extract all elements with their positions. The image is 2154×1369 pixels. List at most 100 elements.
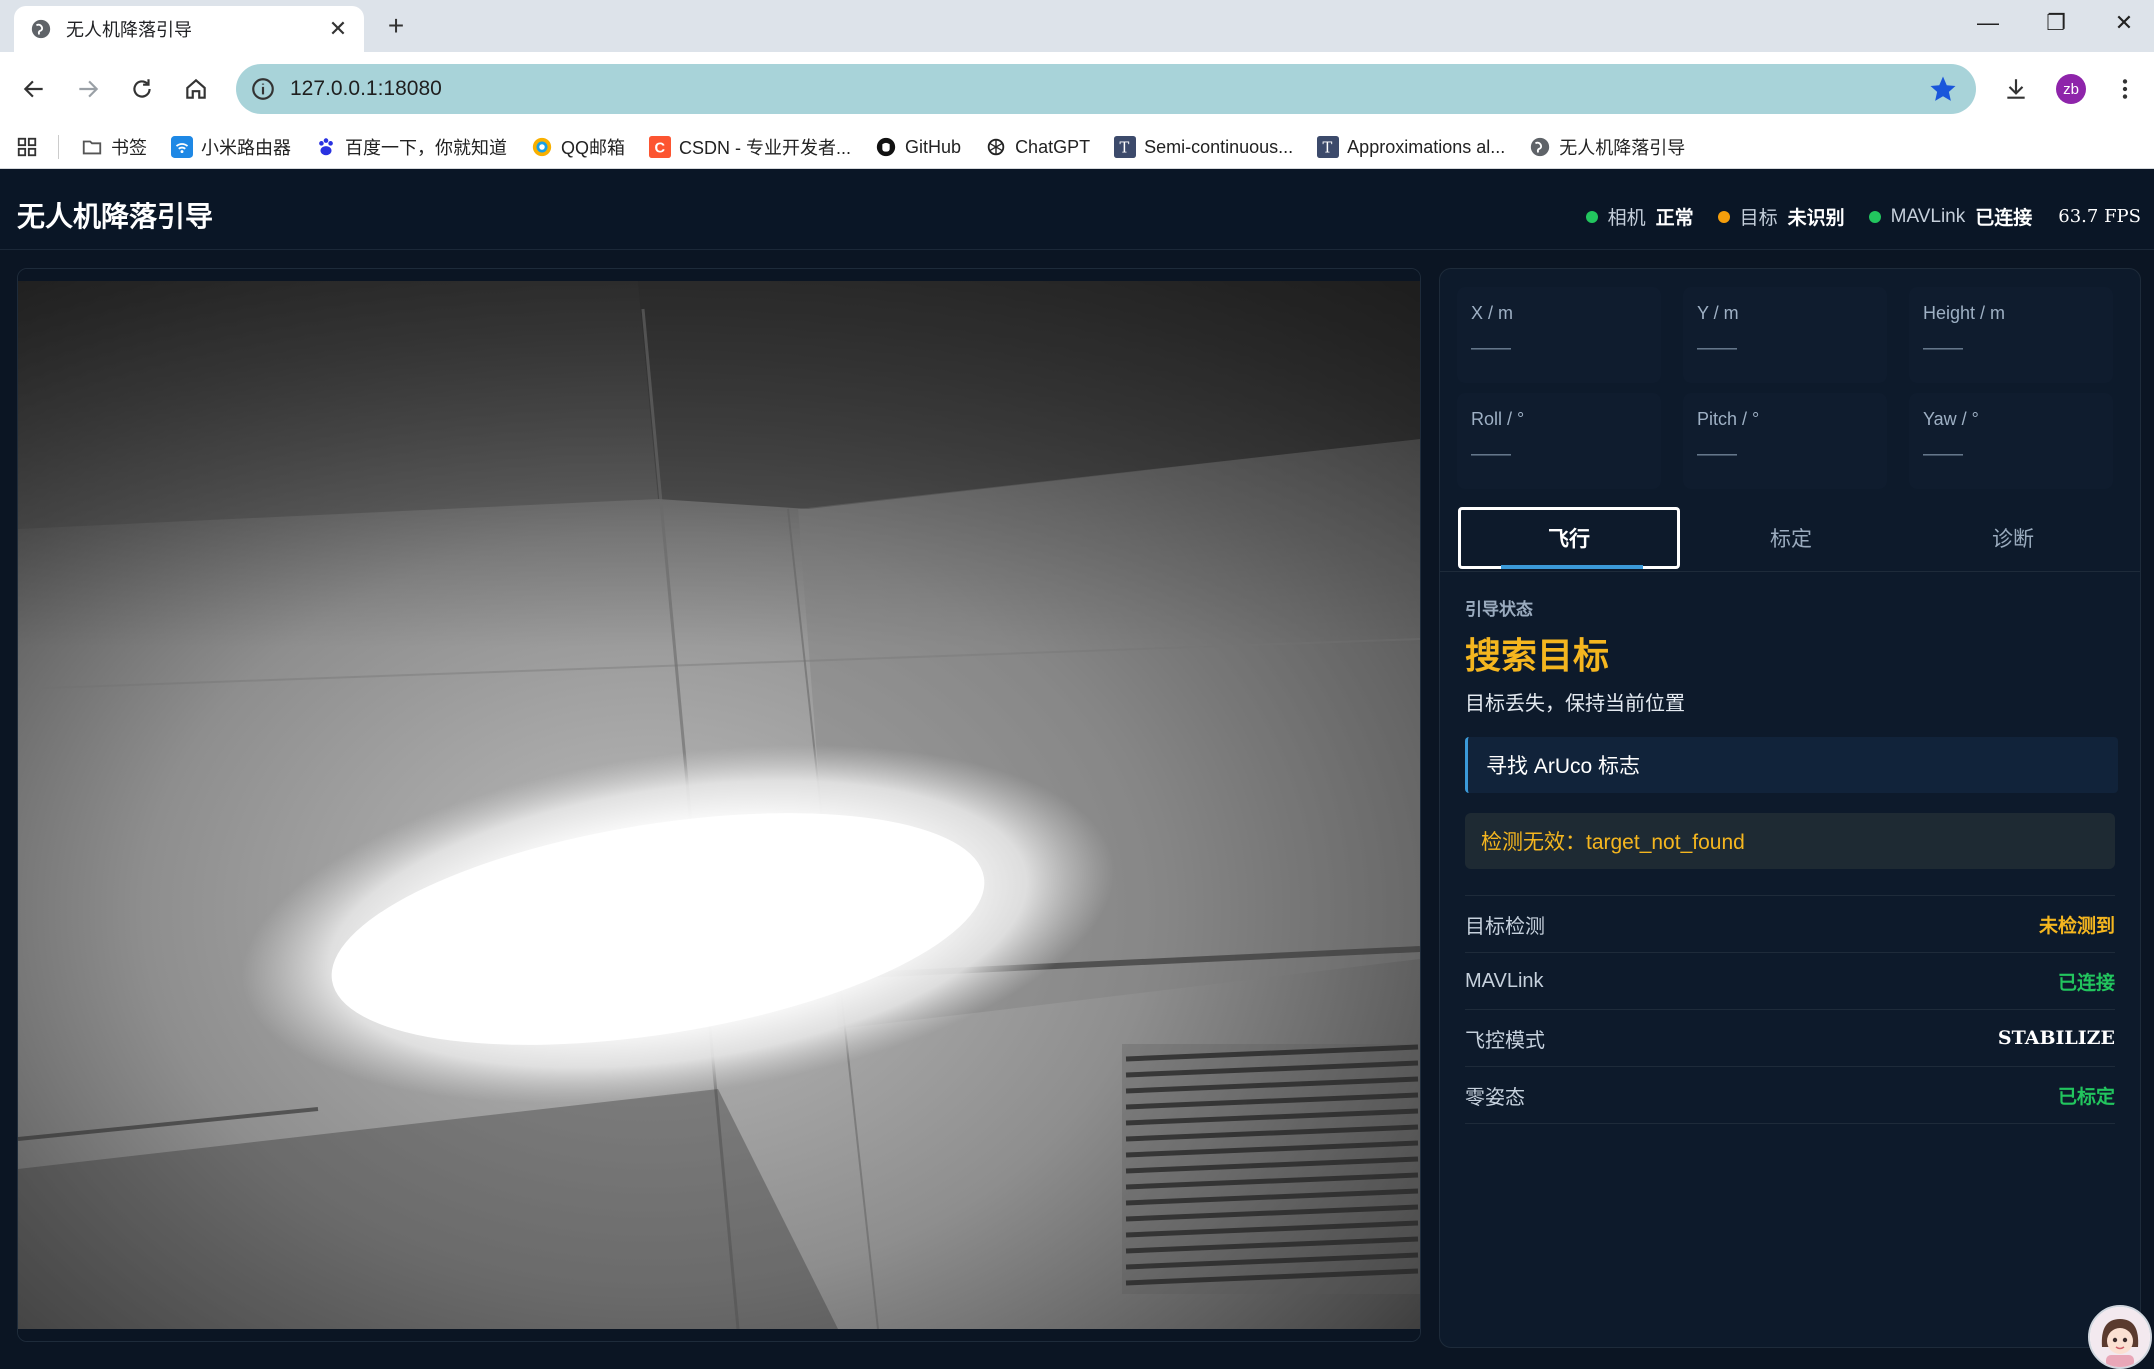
metric-x: X / m —— — [1457, 287, 1661, 383]
kv-key: 飞控模式 — [1465, 1029, 1545, 1052]
bookmark-item[interactable]: 百度一下，你就知道 — [315, 134, 507, 160]
browser-tab[interactable]: 无人机降落引导 ✕ — [14, 6, 364, 52]
metric-label: Yaw / ° — [1923, 409, 1979, 429]
bookmark-item[interactable]: C CSDN - 专业开发者... — [649, 134, 851, 160]
t-icon: T — [1114, 136, 1137, 158]
camera-feed — [17, 268, 1421, 1342]
tab-label: 诊断 — [1992, 528, 2034, 551]
kv-key: MAVLink — [1465, 969, 1544, 992]
home-button[interactable] — [177, 70, 215, 108]
metric-roll: Roll / ° —— — [1457, 393, 1661, 489]
tab-label: 飞行 — [1548, 528, 1590, 551]
address-bar[interactable]: 127.0.0.1:18080 — [236, 64, 1976, 114]
svg-text:T: T — [1120, 140, 1130, 157]
reload-button[interactable] — [123, 70, 161, 108]
status-value: 未识别 — [1787, 208, 1845, 229]
back-button[interactable] — [15, 70, 53, 108]
wifi-icon — [171, 136, 193, 158]
kv-mavlink: MAVLink 已连接 — [1465, 952, 2115, 1009]
status-dot-icon — [1868, 210, 1881, 223]
bookmark-item[interactable]: T Approximations al... — [1317, 136, 1505, 158]
metric-value: —— — [1697, 443, 1737, 465]
forward-button[interactable] — [69, 70, 107, 108]
kebab-menu-icon — [2122, 79, 2128, 99]
kv-key: 零姿态 — [1465, 1086, 1525, 1109]
status-label: MAVLink — [1890, 205, 1966, 227]
bookmark-label: 无人机降落引导 — [1559, 138, 1686, 158]
bookmark-item[interactable]: 小米路由器 — [171, 134, 291, 160]
metric-value: —— — [1697, 337, 1737, 359]
bookmark-label: 书签 — [111, 138, 147, 158]
bookmark-item[interactable]: T Semi-continuous... — [1114, 136, 1293, 158]
telemetry-panel: X / m —— Y / m —— Height / m —— Roll / °… — [1439, 268, 2141, 1348]
kv-zero-attitude: 零姿态 已标定 — [1465, 1066, 2115, 1124]
mavlink-status: MAVLink 已连接 — [1868, 203, 2032, 230]
metric-height: Height / m —— — [1909, 287, 2113, 383]
metric-y: Y / m —— — [1683, 287, 1887, 383]
new-tab-button[interactable]: + — [380, 10, 412, 42]
metric-label: Pitch / ° — [1697, 409, 1760, 429]
tab-calibration[interactable]: 标定 — [1680, 507, 1902, 569]
bookmark-star-icon[interactable] — [1928, 74, 1958, 104]
assistant-avatar-button[interactable] — [2088, 1305, 2152, 1369]
bookmark-item[interactable]: GitHub — [875, 136, 961, 158]
guidance-description: 目标丢失，保持当前位置 — [1465, 693, 1685, 715]
tab-flight[interactable]: 飞行 — [1458, 507, 1680, 569]
status-label: 相机 — [1607, 208, 1646, 229]
bookmark-label: QQ邮箱 — [561, 138, 626, 158]
bookmark-item[interactable]: QQ邮箱 — [531, 134, 625, 160]
guidance-hint: 寻找 ArUco 标志 — [1465, 737, 2118, 793]
arrow-left-icon — [23, 80, 43, 98]
panel-tabs: 飞行 标定 诊断 — [1440, 507, 2140, 572]
browser-tab-strip: 无人机降落引导 ✕ + — ❐ ✕ — [0, 0, 2154, 52]
metric-label: Height / m — [1923, 303, 2006, 323]
minimize-icon[interactable]: — — [1968, 10, 2008, 36]
kv-value: 已标定 — [2057, 1086, 2115, 1108]
folder-icon — [81, 136, 103, 158]
metric-value: —— — [1471, 443, 1511, 465]
metric-value: —— — [1923, 443, 1963, 465]
apps-grid-button[interactable] — [16, 136, 38, 158]
bookmark-label: GitHub — [905, 136, 962, 157]
reload-icon — [133, 79, 151, 98]
bookmarks-bar: 书签 小米路由器 百度一下，你就知道 QQ邮箱 C CSDN - 专业开发者..… — [0, 126, 2154, 169]
bookmark-label: 百度一下，你就知道 — [345, 138, 507, 158]
bookmark-label: 小米路由器 — [201, 138, 291, 158]
metric-label: X / m — [1471, 303, 1514, 323]
assistant-avatar-icon — [2090, 1307, 2150, 1367]
svg-text:T: T — [1323, 140, 1333, 157]
home-icon — [186, 78, 206, 99]
status-dot-icon — [1585, 210, 1598, 223]
status-label: 目标 — [1739, 208, 1778, 229]
baidu-paw-icon — [315, 136, 337, 158]
bookmark-item[interactable]: ChatGPT — [985, 136, 1090, 158]
svg-text:C: C — [655, 141, 666, 157]
github-icon — [875, 136, 897, 158]
bookmark-item[interactable]: 书签 — [81, 134, 147, 160]
close-window-icon[interactable]: ✕ — [2104, 10, 2144, 36]
bookmark-item[interactable]: 无人机降落引导 — [1529, 134, 1685, 160]
site-info-icon[interactable] — [250, 76, 276, 102]
app-header: 无人机降落引导 相机 正常 目标 未识别 MAVLink 已连接 63.7 FP… — [0, 169, 2154, 250]
url-text[interactable]: 127.0.0.1:18080 — [290, 77, 1928, 101]
downloads-button[interactable] — [1997, 70, 2035, 108]
close-tab-icon[interactable]: ✕ — [324, 16, 352, 42]
kv-value: STABILIZE — [1997, 1027, 2115, 1049]
profile-avatar: zb — [2056, 74, 2086, 104]
menu-button[interactable] — [2106, 70, 2144, 108]
t-icon: T — [1317, 136, 1340, 158]
browser-toolbar: 127.0.0.1:18080 zb — [0, 52, 2154, 126]
tab-label: 标定 — [1770, 528, 1812, 551]
download-icon — [2007, 79, 2025, 99]
chatgpt-icon — [985, 136, 1007, 158]
bookmark-label: Approximations al... — [1347, 136, 1506, 157]
kv-key: 目标检测 — [1465, 915, 1545, 938]
status-dot-icon — [1717, 210, 1730, 223]
detection-warning: 检测无效：target_not_found — [1465, 813, 2115, 869]
tab-diagnostics[interactable]: 诊断 — [1902, 507, 2124, 569]
metric-label: Y / m — [1697, 303, 1739, 323]
metric-label: Roll / ° — [1471, 409, 1525, 429]
profile-button[interactable]: zb — [2052, 70, 2090, 108]
restore-icon[interactable]: ❐ — [2036, 10, 2076, 36]
csdn-icon: C — [649, 136, 672, 158]
